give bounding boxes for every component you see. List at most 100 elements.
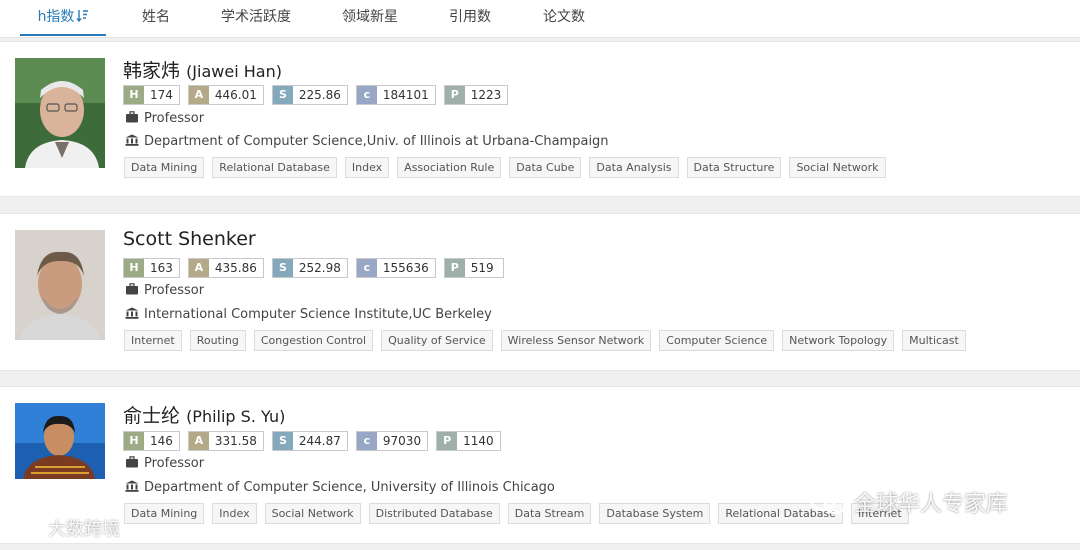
tab-label: 学术活跃度: [221, 9, 291, 25]
research-tag[interactable]: Social Network: [789, 157, 886, 178]
sort-descending-icon: [76, 10, 89, 23]
research-tag[interactable]: Database System: [599, 503, 711, 524]
affiliation: Department of Computer Science,Univ. of …: [144, 134, 609, 149]
stat-value: 435.86: [208, 259, 263, 277]
scholar-name[interactable]: 俞士纶 (Philip S. Yu): [123, 401, 285, 428]
research-tag[interactable]: Wireless Sensor Network: [500, 330, 652, 351]
tab-label: 论文数: [543, 9, 585, 25]
stat-key: H: [124, 86, 144, 104]
stat-value: 1140: [457, 432, 500, 450]
tab-label: 姓名: [142, 9, 170, 25]
research-tag[interactable]: Index: [344, 157, 390, 178]
affiliation-line: Department of Computer Science,Univ. of …: [125, 134, 609, 149]
stat-value: 225.86: [292, 86, 347, 104]
research-tag[interactable]: Relational Database: [212, 157, 337, 178]
research-tag[interactable]: Network Topology: [782, 330, 895, 351]
sociability-stat: S 225.86: [271, 85, 348, 105]
tag-list: Data Mining Index Social Network Distrib…: [124, 503, 917, 525]
stats-row: H 174 A 446.01 S 225.86 c 184101 P 1223: [123, 85, 516, 105]
activity-stat: A 446.01: [187, 85, 264, 105]
research-tag[interactable]: Data Analysis: [589, 157, 679, 178]
research-tag[interactable]: Quality of Service: [381, 330, 493, 351]
position: Professor: [144, 111, 205, 126]
h-index-stat: H 146: [123, 431, 180, 451]
research-tag[interactable]: Data Mining: [124, 157, 205, 178]
scholar-card[interactable]: 俞士纶 (Philip S. Yu) H 146 A 331.58 S 244.87 …: [0, 386, 1080, 544]
research-tag[interactable]: Distributed Database: [368, 503, 500, 524]
research-tag[interactable]: Congestion Control: [253, 330, 374, 351]
position: Professor: [144, 283, 205, 298]
h-index-stat: H 163: [123, 258, 180, 278]
watermark-left-text: 大数跨境: [48, 519, 120, 540]
stat-value: 174: [144, 86, 179, 104]
stat-key: P: [444, 259, 465, 277]
tab-papers[interactable]: 论文数: [532, 0, 596, 36]
name-en: (Jiawei Han): [186, 62, 282, 81]
tag-list: Internet Routing Congestion Control Qual…: [124, 330, 974, 352]
stat-key: A: [188, 259, 209, 277]
research-tag[interactable]: Internet: [124, 330, 182, 351]
stats-row: H 146 A 331.58 S 244.87 c 97030 P 1140: [123, 431, 509, 451]
position-line: Professor: [125, 111, 204, 126]
name-cn: 俞士纶: [123, 405, 181, 427]
research-tag[interactable]: Social Network: [264, 503, 361, 524]
stat-key: H: [124, 259, 144, 277]
name-en: (Philip S. Yu): [186, 407, 286, 426]
sort-tabs: h指数 姓名 学术活跃度 领域新星 引用数 论文数: [0, 0, 1080, 38]
affiliation: Department of Computer Science, Universi…: [144, 480, 555, 495]
stat-key: P: [444, 86, 465, 104]
avatar[interactable]: [15, 403, 105, 479]
citation-stat: c 155636: [355, 258, 436, 278]
chat-bubble-icon: [8, 518, 41, 539]
research-tag[interactable]: Association Rule: [397, 157, 502, 178]
stat-value: 146: [144, 432, 179, 450]
stat-key: S: [272, 86, 293, 104]
sociability-stat: S 252.98: [271, 258, 348, 278]
tab-h-index[interactable]: h指数: [20, 0, 106, 36]
research-tag[interactable]: Data Structure: [686, 157, 782, 178]
scholar-card[interactable]: 韩家炜 (Jiawei Han) H 174 A 446.01 S 225.86 c1…: [0, 41, 1080, 197]
stat-value: 252.98: [292, 259, 347, 277]
research-tag[interactable]: Computer Science: [659, 330, 775, 351]
scholar-name[interactable]: 韩家炜 (Jiawei Han): [123, 56, 282, 83]
position-line: Professor: [125, 456, 204, 471]
position: Professor: [144, 456, 205, 471]
research-tag[interactable]: Data Stream: [507, 503, 592, 524]
stat-value: 1223: [464, 86, 508, 104]
stats-row: H 163 A 435.86 S 252.98 c 155636 P 519: [123, 258, 512, 278]
activity-stat: A 331.58: [187, 431, 264, 451]
research-tag[interactable]: Index: [212, 503, 257, 524]
name-cn: 韩家炜: [123, 60, 181, 82]
tab-citations[interactable]: 引用数: [438, 0, 502, 36]
institution-icon: [125, 134, 139, 146]
citation-stat: c 184101: [355, 85, 436, 105]
avatar[interactable]: [15, 230, 105, 340]
briefcase-icon: [126, 283, 138, 295]
stat-value: 155636: [376, 259, 435, 277]
affiliation-line: International Computer Science Institute…: [125, 307, 492, 322]
tab-rising-star[interactable]: 领域新星: [332, 0, 408, 36]
stat-value: 97030: [376, 432, 428, 450]
tab-label: 领域新星: [342, 9, 398, 25]
scholar-card[interactable]: Scott Shenker H 163 A 435.86 S 252.98 c 1556…: [0, 213, 1080, 371]
stat-value: 331.58: [208, 432, 263, 450]
tag-list: Data Mining Relational Database Index As…: [124, 157, 894, 179]
paper-stat: P 1140: [436, 431, 501, 451]
tab-label: h指数: [37, 9, 75, 25]
stat-value: 244.87: [292, 432, 347, 450]
stat-key: P: [437, 432, 458, 450]
tab-name[interactable]: 姓名: [130, 0, 182, 36]
research-tag[interactable]: Routing: [189, 330, 246, 351]
research-tag[interactable]: Data Mining: [124, 503, 205, 524]
citation-stat: c 97030: [355, 431, 429, 451]
paper-stat: P 519: [443, 258, 504, 278]
research-tag[interactable]: Multicast: [902, 330, 966, 351]
scholar-name[interactable]: Scott Shenker: [123, 228, 256, 250]
stat-key: S: [272, 259, 293, 277]
stat-value: 184101: [376, 86, 435, 104]
briefcase-icon: [126, 111, 138, 123]
research-tag[interactable]: Data Cube: [509, 157, 582, 178]
avatar[interactable]: [15, 58, 105, 168]
tab-activity[interactable]: 学术活跃度: [212, 0, 300, 36]
briefcase-icon: [126, 456, 138, 468]
